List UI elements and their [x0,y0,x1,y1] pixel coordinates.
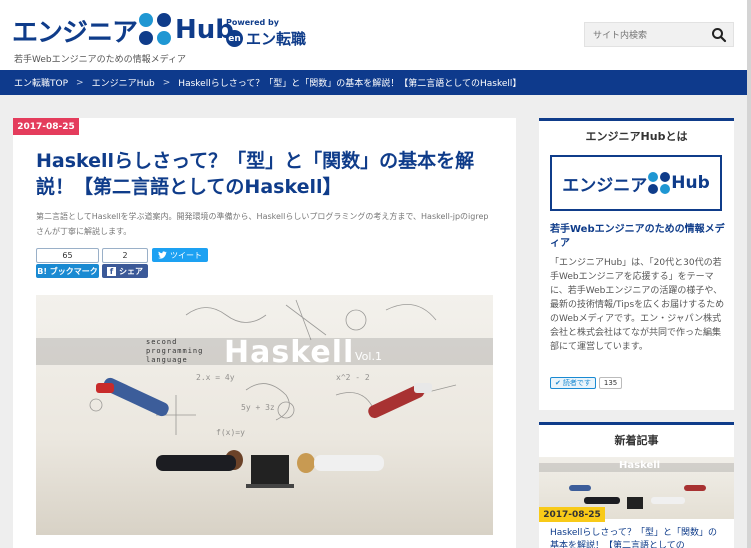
follow-count: 135 [598,377,623,389]
new-article-title[interactable]: Haskellらしさって？「型」と「関数」の基本を解説！【第二言語としての [550,527,725,548]
check-icon: ✔ [555,379,561,387]
hero-title: Haskell [224,335,355,370]
sidebar-about: エンジニアHubとは エンジニア Hub 若手Webエンジニアのための情報メディ… [539,118,734,410]
en-tenshoku-text: エン転職 [246,30,307,48]
hero-subtitle-line: language [146,356,188,364]
logo-text: エンジニア [12,17,138,48]
sidebar-new-heading: 新着記事 [614,434,659,447]
facebook-icon: f [107,266,116,276]
en-tenshoku-logo[interactable]: en エン転職 [226,28,306,49]
breadcrumb-item-current[interactable]: Haskellらしさって？「型」と「関数」の基本を解説！【第二言語としてのHas… [178,76,521,89]
hero-scribbles: 2.x = 4y 5y + 3z x^2 - 2 f(x)=y [89,299,457,488]
tweet-label: ツイート [170,250,202,260]
hatena-icon: B! [37,266,47,276]
svg-text:5y + 3z: 5y + 3z [241,403,275,412]
hatena-label: ブックマーク [49,266,98,276]
follow-button[interactable]: ✔ 読者です [550,377,596,389]
article-title: Haskellらしさって？「型」と「関数」の基本を解説！【第二言語としてのHas… [36,150,475,198]
tweet-button[interactable]: ツイート [152,248,208,262]
article-description: 第二言語としてHaskellを学ぶ道案内。開発環境の準備から、Haskellらし… [36,212,489,236]
hatena-count: 65 [36,248,99,263]
site-tagline: 若手Webエンジニアのための情報メディア [14,55,186,65]
search-icon[interactable] [711,27,727,43]
logo-mark-icon [139,13,173,47]
site-header: エンジニア Hub Powered by en エン転職 若手Webエンジニアの… [0,0,751,70]
sidebar-logo[interactable]: エンジニア Hub [550,155,722,211]
sidebar-logo-text: エンジニア [562,175,648,196]
facebook-label: シェア [119,266,143,276]
breadcrumb: エン転職TOP > エンジニアHub > Haskellらしさって？「型」と「関… [0,70,747,95]
page-scrollbar[interactable] [747,0,751,548]
article-hero-image: 2.x = 4y 5y + 3z x^2 - 2 f(x)=y second p… [36,295,493,535]
breadcrumb-separator: > [162,77,171,88]
article-card: 2017-08-25 Haskellらしさって？「型」と「関数」の基本を解説！【… [13,118,516,548]
search-input[interactable] [585,24,705,48]
new-article-date-badge: 2017-08-25 [539,507,605,522]
sidebar-about-subheading: 若手Webエンジニアのための情報メディア [550,224,725,249]
en-logo-icon: en [226,30,243,47]
hatena-bookmark-share[interactable]: 65 B! ブックマーク [36,248,99,278]
article-date-badge: 2017-08-25 [13,118,79,135]
breadcrumb-separator: > [76,77,84,88]
hatena-follow: ✔ 読者です 135 [550,377,623,389]
facebook-share-button[interactable]: f シェア [102,264,148,278]
sidebar-about-heading: エンジニアHubとは [585,130,688,143]
sidebar-about-body: 「エンジニアHub」は、「20代と30代の若手Webエンジニアを応援する」をテー… [550,258,725,352]
hero-subtitle-line: second [146,338,178,346]
twitter-bird-icon [158,251,167,259]
hero-volume: Vol.1 [355,350,382,363]
hatena-bookmark-button[interactable]: B! ブックマーク [36,264,99,278]
breadcrumb-item-hub[interactable]: エンジニアHub [92,76,155,89]
site-logo[interactable]: エンジニア Hub [12,10,234,50]
breadcrumb-item-top[interactable]: エン転職TOP [14,76,68,89]
powered-by-label: Powered by [226,18,279,27]
hero-subtitle-line: programming [146,347,204,355]
svg-text:f(x)=y: f(x)=y [216,428,245,437]
sidebar-new-articles: 新着記事 Haskell 2017-08-25 Haskellらしさって？「型」… [539,422,734,548]
facebook-share[interactable]: 2 f シェア [102,248,148,278]
follow-label: 読者です [562,379,591,387]
svg-text:x^2 - 2: x^2 - 2 [336,373,370,382]
search-box [584,22,734,48]
sidebar-logo-mark-icon [648,172,671,194]
facebook-count: 2 [102,248,148,263]
sidebar-logo-hub: Hub [671,173,710,193]
svg-text:2.x = 4y: 2.x = 4y [196,373,235,382]
hero-subtitle: second programming language [146,338,203,365]
